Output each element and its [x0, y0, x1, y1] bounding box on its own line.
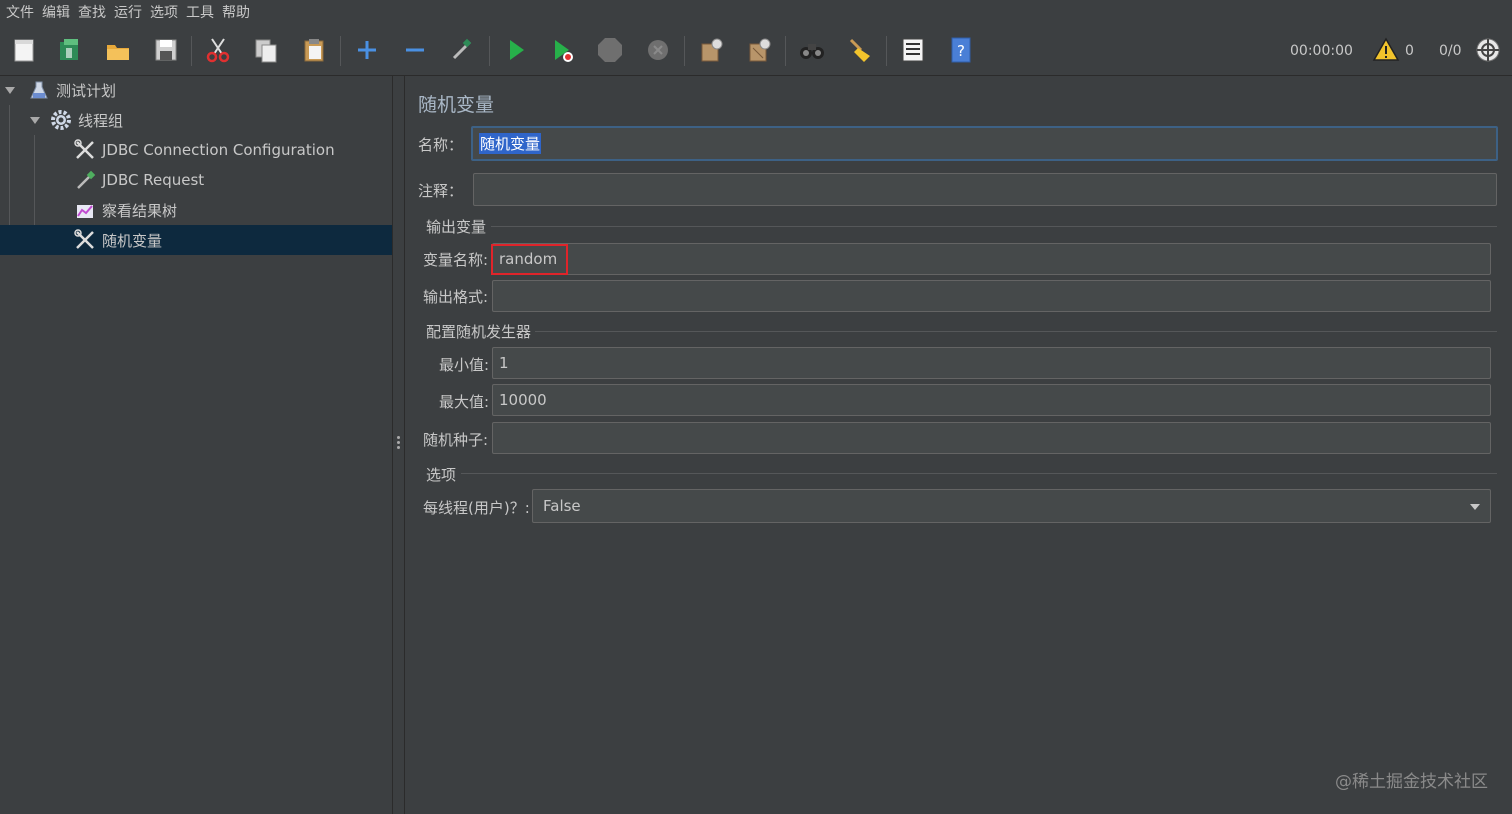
- active-threads-count: 0/0: [1439, 43, 1462, 59]
- output-variable-group-title: 输出变量: [426, 218, 487, 236]
- max-value-input[interactable]: 10000: [492, 384, 1491, 416]
- elapsed-timer: 00:00:00: [1290, 43, 1353, 59]
- output-format-label: 输出格式:: [423, 288, 489, 306]
- new-file-icon[interactable]: [8, 34, 40, 66]
- tree-item-jdbc-connection[interactable]: JDBC Connection Configuration: [74, 135, 390, 165]
- generator-group-title: 配置随机发生器: [426, 323, 532, 341]
- tree-item-random-variable[interactable]: 随机变量: [0, 225, 392, 255]
- function-list-icon[interactable]: [897, 34, 929, 66]
- options-group-title: 选项: [426, 466, 457, 484]
- menu-tools[interactable]: 工具: [184, 0, 220, 26]
- tree-item-label: 察看结果树: [102, 201, 178, 220]
- expand-arrow-icon[interactable]: [30, 117, 40, 124]
- sampler-pipette-icon: [74, 169, 96, 191]
- tree-item-thread-group[interactable]: 线程组: [50, 105, 390, 135]
- chevron-down-icon: [1470, 504, 1480, 510]
- clear-all-icon[interactable]: [743, 34, 775, 66]
- menu-edit[interactable]: 编辑: [40, 0, 76, 26]
- start-icon[interactable]: [500, 34, 532, 66]
- highlight-box: [491, 244, 568, 275]
- start-no-pauses-icon[interactable]: [547, 34, 579, 66]
- tree-item-label: JDBC Connection Configuration: [102, 141, 335, 159]
- search-binoculars-icon[interactable]: [796, 34, 828, 66]
- tree-item-jdbc-request[interactable]: JDBC Request: [74, 165, 390, 195]
- thread-group-gear-icon: [50, 109, 72, 131]
- min-value-input[interactable]: 1: [492, 347, 1491, 379]
- max-value-label: 最大值:: [439, 393, 490, 411]
- listener-graph-icon: [74, 199, 96, 221]
- comment-label: 注释：: [418, 182, 464, 200]
- svg-text:?: ?: [957, 42, 965, 60]
- min-value-label: 最小值:: [439, 356, 490, 374]
- menu-options[interactable]: 选项: [148, 0, 184, 26]
- tree-item-label: 测试计划: [56, 81, 117, 100]
- seed-input[interactable]: [492, 422, 1491, 454]
- cut-icon[interactable]: [202, 34, 234, 66]
- toolbar: ? 00:00:00 0 0/0: [0, 26, 1512, 76]
- panel-splitter[interactable]: [393, 76, 405, 814]
- config-tools-icon: [74, 229, 96, 251]
- per-thread-select[interactable]: False: [532, 489, 1491, 523]
- copy-icon[interactable]: [250, 34, 282, 66]
- tree-item-view-results-tree[interactable]: 察看结果树: [74, 195, 390, 225]
- test-plan-tree: 测试计划 线程组 JDBC Connection Configuration J…: [0, 76, 393, 814]
- remove-icon[interactable]: [399, 34, 431, 66]
- tree-item-test-plan[interactable]: 测试计划: [28, 75, 388, 105]
- max-value: 10000: [499, 391, 547, 409]
- watermark: @稀土掘金技术社区: [1335, 772, 1488, 792]
- config-tools-icon: [74, 139, 96, 161]
- shutdown-icon[interactable]: [642, 34, 674, 66]
- stop-icon[interactable]: [594, 34, 626, 66]
- menu-file[interactable]: 文件: [4, 0, 40, 26]
- remote-status-icon: [1472, 34, 1504, 66]
- var-name-input[interactable]: random: [492, 243, 1491, 275]
- add-icon[interactable]: [351, 34, 383, 66]
- warning-icon[interactable]: [1370, 34, 1402, 66]
- test-plan-icon: [28, 79, 50, 101]
- save-icon[interactable]: [150, 34, 182, 66]
- random-variable-panel: 随机变量 名称： 随机变量 注释： 输出变量 变量名称: random 输出格式…: [405, 76, 1512, 814]
- menu-help[interactable]: 帮助: [220, 0, 256, 26]
- tree-item-label: 线程组: [78, 111, 124, 130]
- menu-search[interactable]: 查找: [76, 0, 112, 26]
- per-thread-value: False: [543, 497, 581, 515]
- expand-arrow-icon[interactable]: [5, 87, 15, 94]
- min-value: 1: [499, 354, 509, 372]
- reset-search-broom-icon[interactable]: [844, 34, 876, 66]
- name-value: 随机变量: [479, 133, 542, 154]
- per-thread-label: 每线程(用户)？:: [423, 499, 530, 517]
- menu-run[interactable]: 运行: [112, 0, 148, 26]
- seed-label: 随机种子:: [423, 431, 489, 449]
- toggle-icon[interactable]: [446, 34, 478, 66]
- paste-icon[interactable]: [298, 34, 330, 66]
- clear-icon[interactable]: [695, 34, 727, 66]
- output-format-input[interactable]: [492, 280, 1491, 312]
- page-title: 随机变量: [418, 94, 495, 116]
- warning-count: 0: [1405, 43, 1414, 59]
- templates-icon[interactable]: [54, 34, 86, 66]
- name-label: 名称：: [418, 136, 464, 154]
- comment-input[interactable]: [473, 173, 1497, 206]
- help-icon[interactable]: ?: [945, 34, 977, 66]
- tree-item-label: 随机变量: [102, 231, 163, 250]
- open-folder-icon[interactable]: [102, 34, 134, 66]
- var-name-label: 变量名称:: [423, 251, 489, 269]
- tree-item-label: JDBC Request: [102, 171, 205, 189]
- name-input[interactable]: 随机变量: [471, 126, 1498, 161]
- menu-bar: 文件 编辑 查找 运行 选项 工具 帮助: [0, 0, 1512, 26]
